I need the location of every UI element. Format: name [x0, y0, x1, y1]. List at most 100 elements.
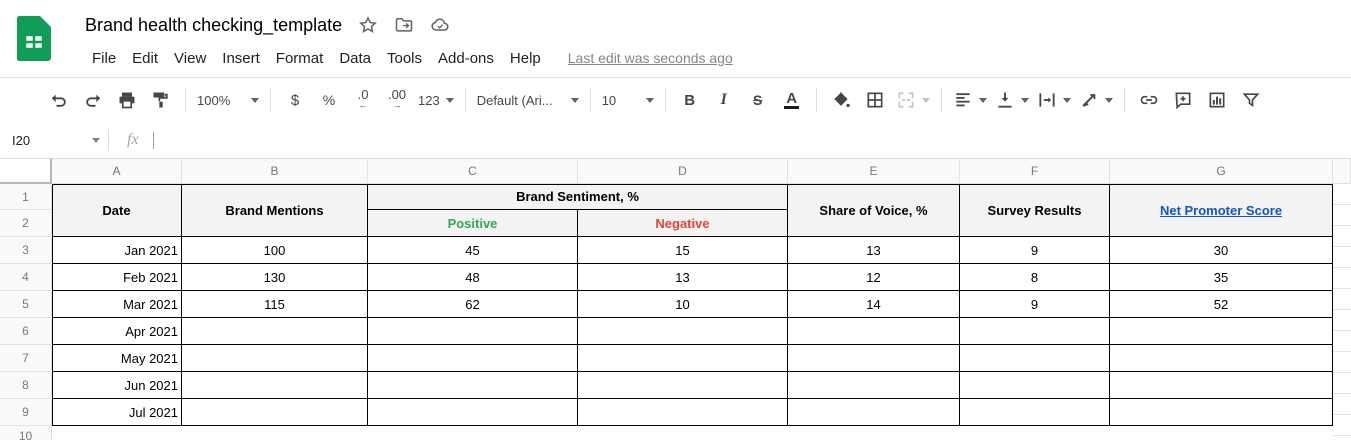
- cell-F9[interactable]: [960, 399, 1110, 426]
- star-icon[interactable]: [358, 15, 378, 35]
- cell-G6[interactable]: [1110, 318, 1333, 345]
- format-currency-icon[interactable]: $: [282, 85, 308, 115]
- italic-icon[interactable]: I: [711, 85, 737, 115]
- print-icon[interactable]: [114, 85, 140, 115]
- zoom-select[interactable]: 100%: [197, 85, 259, 115]
- header-cell-share-of-voice-[interactable]: Share of Voice, %: [788, 184, 960, 237]
- cell-F6[interactable]: [960, 318, 1110, 345]
- cell-C4[interactable]: 48: [368, 264, 578, 291]
- row-header-4[interactable]: 4: [0, 264, 52, 291]
- font-select[interactable]: Default (Ari...: [477, 85, 579, 115]
- row-header-7[interactable]: 7: [0, 345, 52, 372]
- menu-data[interactable]: Data: [332, 47, 378, 70]
- empty-column-area[interactable]: [1333, 184, 1351, 440]
- cell-D5[interactable]: 10: [578, 291, 788, 318]
- row-header-5[interactable]: 5: [0, 291, 52, 318]
- cell-C8[interactable]: [368, 372, 578, 399]
- menu-help[interactable]: Help: [503, 47, 548, 70]
- menu-view[interactable]: View: [167, 47, 213, 70]
- cell-G7[interactable]: [1110, 345, 1333, 372]
- cell-D6[interactable]: [578, 318, 788, 345]
- cell-G8[interactable]: [1110, 372, 1333, 399]
- cell-E4[interactable]: 12: [788, 264, 960, 291]
- column-header-A[interactable]: A: [52, 159, 182, 184]
- number-format-menu[interactable]: 123: [418, 85, 454, 115]
- fill-color-icon[interactable]: [828, 85, 854, 115]
- row-header-9[interactable]: 9: [0, 399, 52, 426]
- undo-icon[interactable]: [46, 85, 72, 115]
- menu-edit[interactable]: Edit: [125, 47, 165, 70]
- cell-B9[interactable]: [182, 399, 368, 426]
- last-edit-status[interactable]: Last edit was seconds ago: [568, 50, 733, 66]
- menu-insert[interactable]: Insert: [215, 47, 267, 70]
- menu-format[interactable]: Format: [269, 47, 331, 70]
- column-header-C[interactable]: C: [368, 159, 578, 184]
- text-rotation-icon[interactable]: [1079, 85, 1113, 115]
- vertical-align-icon[interactable]: [995, 85, 1029, 115]
- sheets-logo-icon[interactable]: [17, 11, 60, 67]
- header-cell-brand-sentiment-[interactable]: Brand Sentiment, %: [368, 184, 788, 210]
- strikethrough-icon[interactable]: S: [745, 85, 771, 115]
- insert-comment-icon[interactable]: [1170, 85, 1196, 115]
- bold-icon[interactable]: B: [677, 85, 703, 115]
- header-cell-brand-mentions[interactable]: Brand Mentions: [182, 184, 368, 237]
- header-cell-negative[interactable]: Negative: [578, 210, 788, 237]
- header-cell-survey-results[interactable]: Survey Results: [960, 184, 1110, 237]
- insert-chart-icon[interactable]: [1204, 85, 1230, 115]
- cell-E3[interactable]: 13: [788, 237, 960, 264]
- cell-D3[interactable]: 15: [578, 237, 788, 264]
- cell-G9[interactable]: [1110, 399, 1333, 426]
- format-percent-icon[interactable]: %: [316, 85, 342, 115]
- cell-F7[interactable]: [960, 345, 1110, 372]
- menu-tools[interactable]: Tools: [380, 47, 429, 70]
- move-to-folder-icon[interactable]: [394, 15, 414, 35]
- column-header-G[interactable]: G: [1110, 159, 1333, 184]
- cell-A5[interactable]: Mar 2021: [52, 291, 182, 318]
- document-title[interactable]: Brand health checking_template: [85, 15, 342, 36]
- redo-icon[interactable]: [80, 85, 106, 115]
- cell-A9[interactable]: Jul 2021: [52, 399, 182, 426]
- column-header-B[interactable]: B: [182, 159, 368, 184]
- cell-F5[interactable]: 9: [960, 291, 1110, 318]
- cell-C3[interactable]: 45: [368, 237, 578, 264]
- horizontal-align-icon[interactable]: [953, 85, 987, 115]
- cell-A7[interactable]: May 2021: [52, 345, 182, 372]
- header-cell-date[interactable]: Date: [52, 184, 182, 237]
- cell-B7[interactable]: [182, 345, 368, 372]
- cell-A8[interactable]: Jun 2021: [52, 372, 182, 399]
- row-header-8[interactable]: 8: [0, 372, 52, 399]
- row-header-10[interactable]: 10: [0, 426, 52, 440]
- cell-B5[interactable]: 115: [182, 291, 368, 318]
- cell-C6[interactable]: [368, 318, 578, 345]
- cell-B8[interactable]: [182, 372, 368, 399]
- cell-G4[interactable]: 35: [1110, 264, 1333, 291]
- cell-D7[interactable]: [578, 345, 788, 372]
- column-header-F[interactable]: F: [960, 159, 1110, 184]
- font-size-select[interactable]: 10: [602, 85, 654, 115]
- borders-icon[interactable]: [862, 85, 888, 115]
- column-header-E[interactable]: E: [788, 159, 960, 184]
- column-header-partial[interactable]: [1333, 159, 1351, 184]
- cell-E7[interactable]: [788, 345, 960, 372]
- increase-decimal-icon[interactable]: .00 →: [384, 85, 410, 115]
- cell-E5[interactable]: 14: [788, 291, 960, 318]
- name-box[interactable]: I20: [0, 122, 108, 158]
- filter-icon[interactable]: [1238, 85, 1264, 115]
- column-header-D[interactable]: D: [578, 159, 788, 184]
- header-cell-net-promoter-score[interactable]: Net Promoter Score: [1110, 184, 1333, 237]
- cell-C9[interactable]: [368, 399, 578, 426]
- header-cell-positive[interactable]: Positive: [368, 210, 578, 237]
- row-header-6[interactable]: 6: [0, 318, 52, 345]
- cell-E6[interactable]: [788, 318, 960, 345]
- text-wrap-icon[interactable]: [1037, 85, 1071, 115]
- cell-D4[interactable]: 13: [578, 264, 788, 291]
- cell-C7[interactable]: [368, 345, 578, 372]
- row-header-1[interactable]: 1: [0, 184, 52, 210]
- cell-E8[interactable]: [788, 372, 960, 399]
- cell-G5[interactable]: 52: [1110, 291, 1333, 318]
- cell-F3[interactable]: 9: [960, 237, 1110, 264]
- row-header-3[interactable]: 3: [0, 237, 52, 264]
- formula-input[interactable]: [154, 122, 1351, 158]
- cell-D9[interactable]: [578, 399, 788, 426]
- select-all-corner[interactable]: [0, 159, 52, 184]
